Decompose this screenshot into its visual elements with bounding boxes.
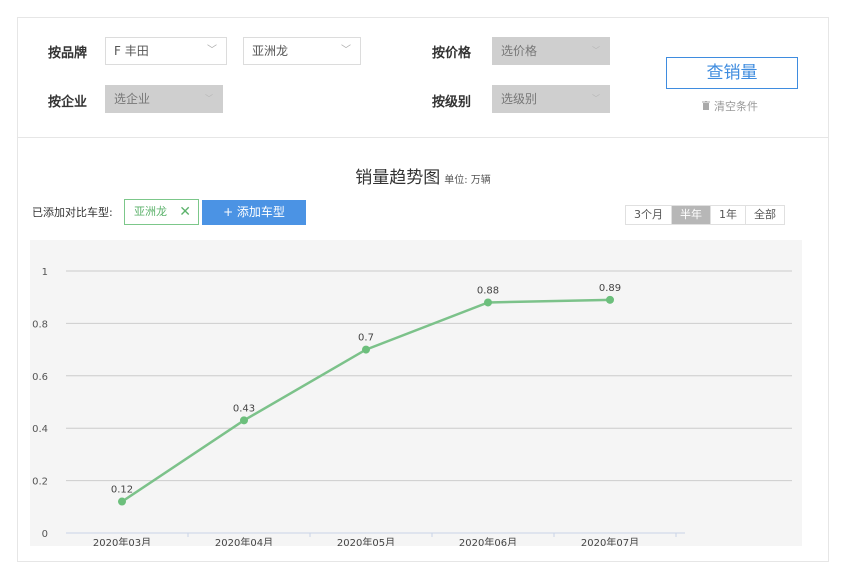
data-label: 0.43	[233, 403, 255, 414]
chart-title: 销量趋势图	[355, 168, 441, 188]
chevron-down-icon: ﹀	[207, 45, 217, 56]
chart-plot-area: 0 0.2 0.4 0.6 0.8 1 2020年03月 2020年04月 2020年05月 20…	[30, 240, 802, 549]
query-sales-button[interactable]: 查销量	[666, 57, 798, 89]
data-point	[484, 298, 492, 307]
data-label: 0.7	[358, 333, 374, 344]
company-select[interactable]: 选企业 ﹀	[105, 85, 223, 113]
level-label: 按级别	[432, 95, 472, 110]
data-point	[118, 497, 126, 506]
range-tab[interactable]: 3个月	[626, 206, 671, 224]
price-label: 按价格	[432, 46, 472, 61]
data-label: 0.12	[111, 485, 133, 496]
sales-panel: 按品牌 F 丰田 ﹀ 亚洲龙 ﹀ 按价格 选价格 ﹀ 按企业 选企业 ﹀ 按级别…	[17, 17, 829, 562]
trash-icon	[702, 100, 710, 113]
company-label: 按企业	[48, 95, 88, 110]
data-label: 0.89	[599, 283, 621, 294]
y-tick-label: 0.2	[32, 477, 48, 488]
range-tab[interactable]: 1年	[710, 206, 745, 224]
y-tick-label: 0.8	[32, 319, 48, 330]
chevron-down-icon: ﹀	[592, 46, 600, 55]
close-icon[interactable]: ✕	[179, 200, 191, 224]
level-select[interactable]: 选级别 ﹀	[492, 85, 610, 113]
x-tick-label: 2020年07月	[581, 536, 639, 546]
x-tick-label: 2020年04月	[215, 536, 273, 546]
clear-conditions-link[interactable]: 清空条件	[702, 98, 758, 114]
time-range-tabs: 3个月 半年 1年 全部	[625, 205, 785, 225]
add-model-button[interactable]: + 添加车型	[202, 200, 306, 225]
chart-title-row: 销量趋势图 单位: 万辆	[18, 163, 828, 188]
x-tick-label: 2020年06月	[459, 536, 517, 546]
compare-model-tag: 亚洲龙 ✕	[124, 199, 199, 225]
series-line	[121, 298, 611, 503]
chart-unit: 单位: 万辆	[444, 175, 491, 186]
chevron-down-icon: ﹀	[341, 45, 351, 56]
brand-select[interactable]: F 丰田 ﹀	[105, 37, 227, 65]
company-select-placeholder: 选企业	[114, 92, 151, 106]
brand-label: 按品牌	[48, 46, 88, 61]
filter-section: 按品牌 F 丰田 ﹀ 亚洲龙 ﹀ 按价格 选价格 ﹀ 按企业 选企业 ﹀ 按级别…	[18, 18, 828, 138]
range-tab[interactable]: 半年	[671, 206, 710, 224]
compare-label: 已添加对比车型:	[32, 206, 113, 219]
price-select-placeholder: 选价格	[501, 44, 538, 58]
y-tick-label: 0	[42, 529, 48, 540]
model-select-value: 亚洲龙	[252, 44, 289, 58]
model-select[interactable]: 亚洲龙 ﹀	[243, 37, 361, 65]
sales-trend-chart: 0 0.2 0.4 0.6 0.8 1 2020年03月 2020年04月 2020年05月 20…	[32, 267, 792, 549]
data-point	[606, 295, 614, 304]
y-tick-label: 1	[42, 267, 48, 278]
x-tick-label: 2020年05月	[337, 536, 395, 546]
chevron-down-icon: ﹀	[592, 94, 600, 103]
data-point	[240, 416, 248, 425]
x-tick-label: 2020年03月	[93, 536, 151, 546]
clear-conditions-label: 清空条件	[714, 100, 758, 113]
price-select[interactable]: 选价格 ﹀	[492, 37, 610, 65]
data-label: 0.88	[477, 285, 499, 296]
data-point	[362, 345, 370, 354]
y-tick-label: 0.6	[32, 372, 48, 383]
level-select-placeholder: 选级别	[501, 92, 538, 106]
range-tab[interactable]: 全部	[745, 206, 784, 224]
brand-select-value: F 丰田	[114, 44, 149, 58]
chevron-down-icon: ﹀	[205, 94, 213, 103]
compare-model-tag-label: 亚洲龙	[134, 205, 167, 218]
y-tick-label: 0.4	[32, 424, 48, 435]
